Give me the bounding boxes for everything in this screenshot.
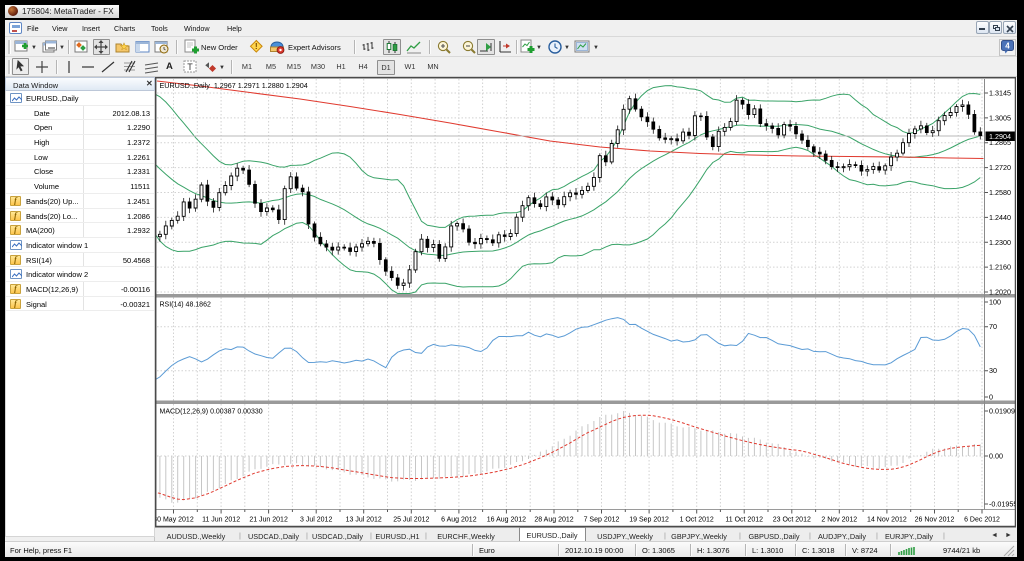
svg-text:1.3145: 1.3145 [989, 89, 1011, 98]
svg-text:11 Oct 2012: 11 Oct 2012 [725, 517, 763, 524]
svg-text:3 Jul 2012: 3 Jul 2012 [300, 517, 332, 524]
svg-text:-0.01955: -0.01955 [989, 500, 1016, 509]
svg-text:16 Aug 2012: 16 Aug 2012 [487, 517, 526, 524]
svg-text:1.2904: 1.2904 [989, 132, 1011, 141]
svg-text:25 Jul 2012: 25 Jul 2012 [393, 517, 429, 524]
svg-text:T: T [187, 62, 193, 72]
svg-text:1.2020: 1.2020 [989, 288, 1011, 297]
svg-text:RSI(14) 48.1862: RSI(14) 48.1862 [160, 302, 211, 309]
svg-text:100: 100 [989, 298, 1001, 307]
svg-text:MACD(12,26,9) 0.00387 0.00330: MACD(12,26,9) 0.00387 0.00330 [160, 409, 263, 416]
svg-text:1.2720: 1.2720 [989, 163, 1011, 172]
svg-text:4: 4 [1005, 42, 1010, 51]
svg-text:30: 30 [989, 366, 997, 375]
svg-text:19 Sep 2012: 19 Sep 2012 [629, 517, 669, 524]
svg-text:30 May 2012: 30 May 2012 [155, 517, 194, 524]
svg-text:!: ! [255, 41, 258, 51]
svg-text:26 Nov 2012: 26 Nov 2012 [915, 517, 955, 524]
svg-text:6 Dec 2012: 6 Dec 2012 [964, 517, 1000, 524]
svg-text:1 Oct 2012: 1 Oct 2012 [680, 517, 714, 524]
svg-text:1.3005: 1.3005 [989, 113, 1011, 122]
svg-text:1.2160: 1.2160 [989, 263, 1011, 272]
svg-text:21 Jun 2012: 21 Jun 2012 [249, 517, 288, 524]
svg-text:1.2300: 1.2300 [989, 238, 1011, 247]
svg-text:1.2440: 1.2440 [989, 213, 1011, 222]
svg-text:28 Aug 2012: 28 Aug 2012 [534, 517, 573, 524]
svg-text:0.00: 0.00 [989, 452, 1003, 461]
svg-text:1.2580: 1.2580 [989, 188, 1011, 197]
svg-text:7 Sep 2012: 7 Sep 2012 [584, 517, 620, 524]
svg-text:11 Jun 2012: 11 Jun 2012 [202, 517, 240, 524]
svg-text:0.01909: 0.01909 [989, 407, 1015, 416]
svg-text:0: 0 [989, 393, 993, 402]
svg-text:23 Oct 2012: 23 Oct 2012 [773, 517, 811, 524]
svg-text:13 Jul 2012: 13 Jul 2012 [346, 517, 382, 524]
svg-text:14 Nov 2012: 14 Nov 2012 [867, 517, 907, 524]
svg-text:2 Nov 2012: 2 Nov 2012 [821, 517, 857, 524]
svg-text:EURUSD.,Daily 1.2967 1.2971 1: EURUSD.,Daily 1.2967 1.2971 1.2880 1.290… [160, 81, 308, 90]
svg-text:70: 70 [989, 322, 997, 331]
svg-text:6 Aug 2012: 6 Aug 2012 [441, 517, 477, 524]
